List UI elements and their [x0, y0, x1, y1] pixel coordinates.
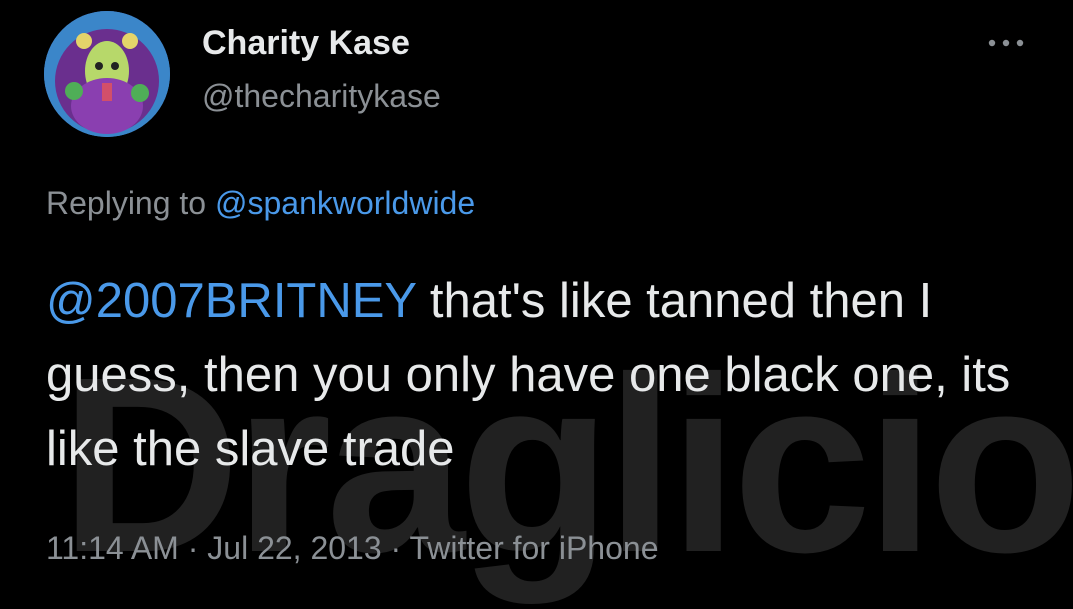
tweet-source[interactable]: Twitter for iPhone: [409, 530, 658, 566]
replying-to: Replying to @spankworldwide: [46, 185, 475, 222]
tweet-meta: 11:14 AM · Jul 22, 2013 · Twitter for iP…: [46, 530, 658, 567]
meta-separator: ·: [178, 530, 208, 566]
tweet-card: Charity Kase @thecharitykase Replying to…: [0, 0, 1073, 609]
more-horizontal-icon[interactable]: [985, 33, 1027, 53]
tweet-date[interactable]: Jul 22, 2013: [207, 530, 381, 566]
reply-mention-link[interactable]: @spankworldwide: [215, 185, 475, 221]
tweet-mention-link[interactable]: @2007BRITNEY: [46, 274, 416, 328]
user-handle[interactable]: @thecharitykase: [202, 78, 441, 115]
meta-separator: ·: [381, 530, 410, 566]
tweet-text: @2007BRITNEY that's like tanned then I g…: [46, 264, 1046, 486]
avatar-image: [44, 11, 170, 137]
replying-to-label: Replying to: [46, 185, 215, 221]
avatar[interactable]: [44, 11, 170, 137]
display-name[interactable]: Charity Kase: [202, 24, 410, 63]
tweet-time[interactable]: 11:14 AM: [46, 530, 179, 566]
